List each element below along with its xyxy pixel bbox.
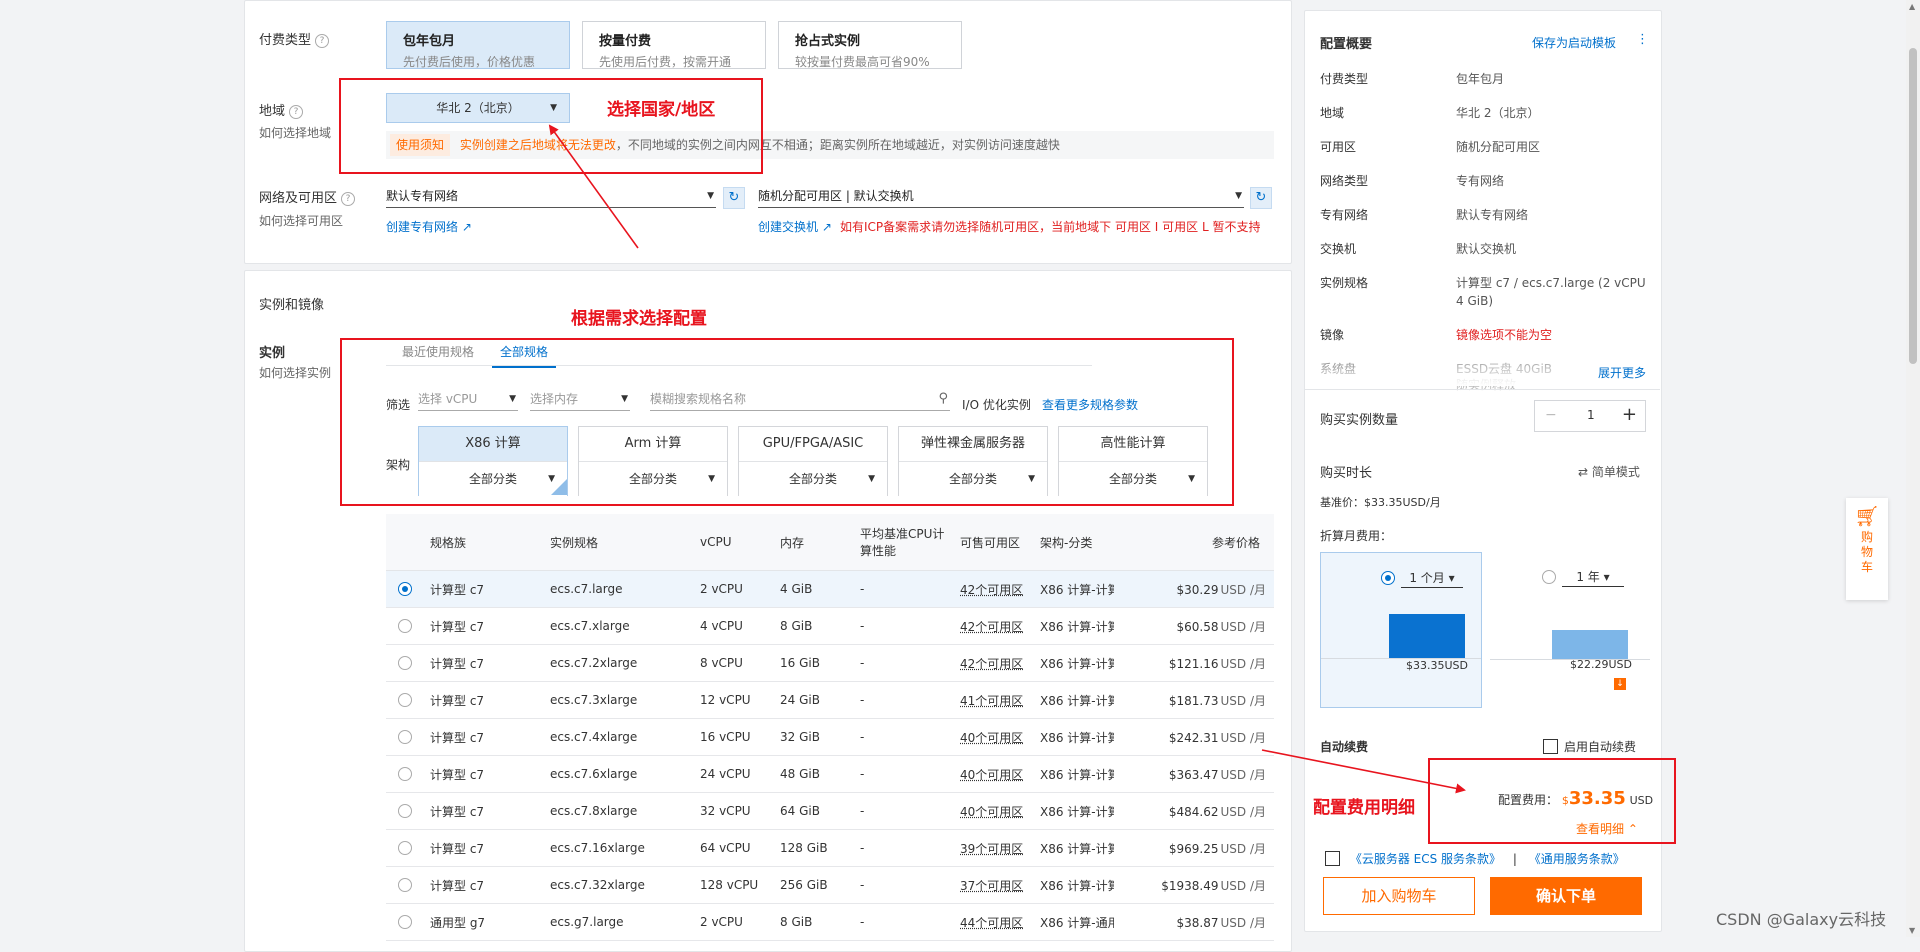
arrow-fee [1261,749,1466,794]
watermark: CSDN @Galaxy云科技 [1716,910,1887,929]
arrow-region [548,124,639,249]
annotation-arrows [548,124,1466,794]
